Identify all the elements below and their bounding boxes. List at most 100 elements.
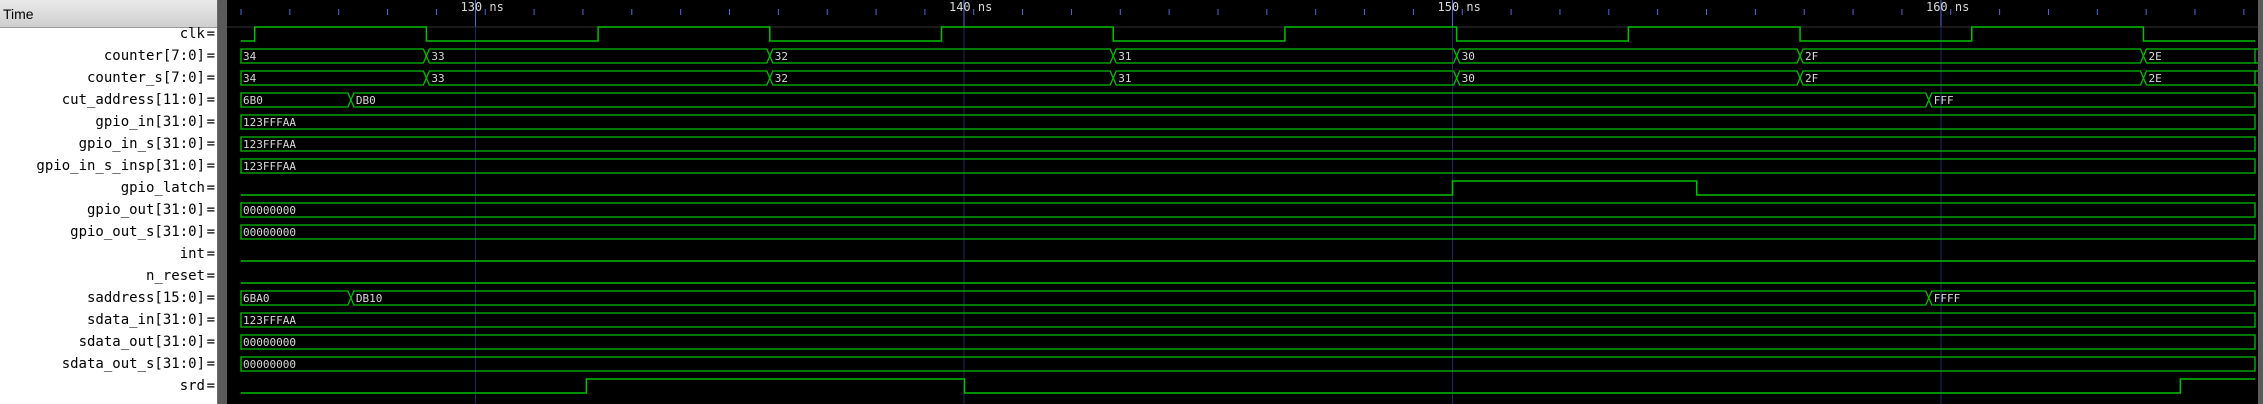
bus-segment [1799,48,2145,64]
signal-row-1[interactable]: counter[7:0] = [0,45,217,67]
bus-value-label: DB0 [356,94,376,107]
signal-name: sdata_in[31:0] [86,312,205,328]
signal-row-13[interactable]: sdata_in[31:0] = [0,309,217,331]
signal-row-5[interactable]: gpio_in_s[31:0] = [0,133,217,155]
bus-segment [769,70,1114,86]
bus-segment [1455,48,1801,64]
signal-name: sdata_out[31:0] [78,334,205,350]
bus-segment [1928,92,2256,108]
bus-value-label: DB10 [356,292,383,305]
value-separator: = [206,26,215,42]
pane-splitter[interactable] [218,0,227,404]
value-separator: = [206,114,215,130]
bus-segment [1455,70,1801,86]
value-separator: = [206,48,215,64]
ruler-tick-label: 140 ns [949,0,992,14]
signal-name: gpio_in[31:0] [95,114,205,130]
bus-segment [425,48,771,64]
srd-waveform [241,378,2255,394]
bus-value-label: 00000000 [243,358,296,371]
bus-value-label: 6BA0 [243,292,270,305]
value-separator: = [206,378,215,394]
bus-value-label: 33 [431,50,444,63]
bus-segment [1112,48,1458,64]
bus-value-label: 32 [775,50,788,63]
bus-value-label: 2F [1805,50,1818,63]
waveform-canvas[interactable]: 130 ns140 ns150 ns160 ns34333231302F2E2D… [227,0,2263,404]
signal-name-panel: Time clk = counter[7:0] = counter_s[7:0] = cut… [0,0,218,404]
bus-value-label: FFF [1934,94,1954,107]
signal-row-3[interactable]: cut_address[11:0] = [0,89,217,111]
bus-segment [769,48,1114,64]
signal-row-15[interactable]: sdata_out_s[31:0] = [0,353,217,375]
signal-name: int [179,246,205,262]
value-separator: = [206,246,215,262]
signal-name: n_reset [145,268,205,284]
bus-segment [240,136,2256,152]
signal-name: srd [179,378,205,394]
vertical-scrollbar[interactable] [2258,0,2263,404]
signal-name: gpio_latch [120,180,205,196]
value-separator: = [206,334,215,350]
clk-waveform [241,26,2255,42]
bus-value-label: 33 [431,72,444,85]
value-separator: = [206,356,215,372]
bus-value-label: 2F [1805,72,1818,85]
value-separator: = [206,158,215,174]
signal-row-0[interactable]: clk = [0,23,217,45]
bus-value-label: 00000000 [243,226,296,239]
signal-row-16[interactable]: srd = [0,375,217,397]
signal-row-14[interactable]: sdata_out[31:0] = [0,331,217,353]
signal-row-8[interactable]: gpio_out[31:0] = [0,199,217,221]
bus-segment [1799,70,2145,86]
bus-segment [240,114,2256,130]
bus-segment [425,70,771,86]
signal-name: cut_address[11:0] [61,92,205,108]
ruler-tick-label: 130 ns [460,0,503,14]
signal-row-10[interactable]: int = [0,243,217,265]
waveform-area[interactable]: 130 ns140 ns150 ns160 ns34333231302F2E2D… [227,0,2263,404]
bus-segment [350,290,1930,306]
bus-value-label: 34 [243,72,257,85]
value-separator: = [206,136,215,152]
bus-value-label: 32 [775,72,788,85]
signal-name: sdata_out_s[31:0] [61,356,205,372]
bus-value-label: 6B0 [243,94,263,107]
bus-value-label: 00000000 [243,204,296,217]
time-header-label: Time [3,6,34,22]
bus-segment [240,158,2256,174]
signal-name: gpio_in_s[31:0] [78,136,205,152]
bus-value-label: 2E [2148,50,2161,63]
bus-segment [240,48,428,64]
signal-name: gpio_out_s[31:0] [70,224,205,240]
ruler-tick-label: 150 ns [1437,0,1480,14]
signal-name: gpio_out[31:0] [86,202,205,218]
signal-name: counter_s[7:0] [86,70,205,86]
bus-segment [240,334,2256,350]
signal-row-12[interactable]: saddress[15:0] = [0,287,217,309]
bus-value-label: FFFF [1934,292,1961,305]
bus-value-label: 123FFFAA [243,160,296,173]
signal-row-11[interactable]: n_reset = [0,265,217,287]
bus-value-label: 123FFFAA [243,116,296,129]
signal-row-9[interactable]: gpio_out_s[31:0] = [0,221,217,243]
ruler-tick-label: 160 ns [1926,0,1969,14]
bus-value-label: 30 [1462,72,1475,85]
bus-value-label: 123FFFAA [243,138,296,151]
signal-row-4[interactable]: gpio_in[31:0] = [0,111,217,133]
signal-name: saddress[15:0] [86,290,205,306]
bus-segment [240,224,2256,240]
signal-name: clk [179,26,205,42]
bus-segment [240,312,2256,328]
signal-row-6[interactable]: gpio_in_s_insp[31:0] = [0,155,217,177]
value-separator: = [206,290,215,306]
bus-value-label: 31 [1118,50,1131,63]
bus-value-label: 31 [1118,72,1131,85]
bus-value-label: 00000000 [243,336,296,349]
bus-segment [240,202,2256,218]
bus-segment [1928,290,2256,306]
gpio_latch-waveform [241,180,2255,196]
signal-row-7[interactable]: gpio_latch = [0,177,217,199]
signal-row-2[interactable]: counter_s[7:0] = [0,67,217,89]
bus-value-label: 30 [1462,50,1475,63]
